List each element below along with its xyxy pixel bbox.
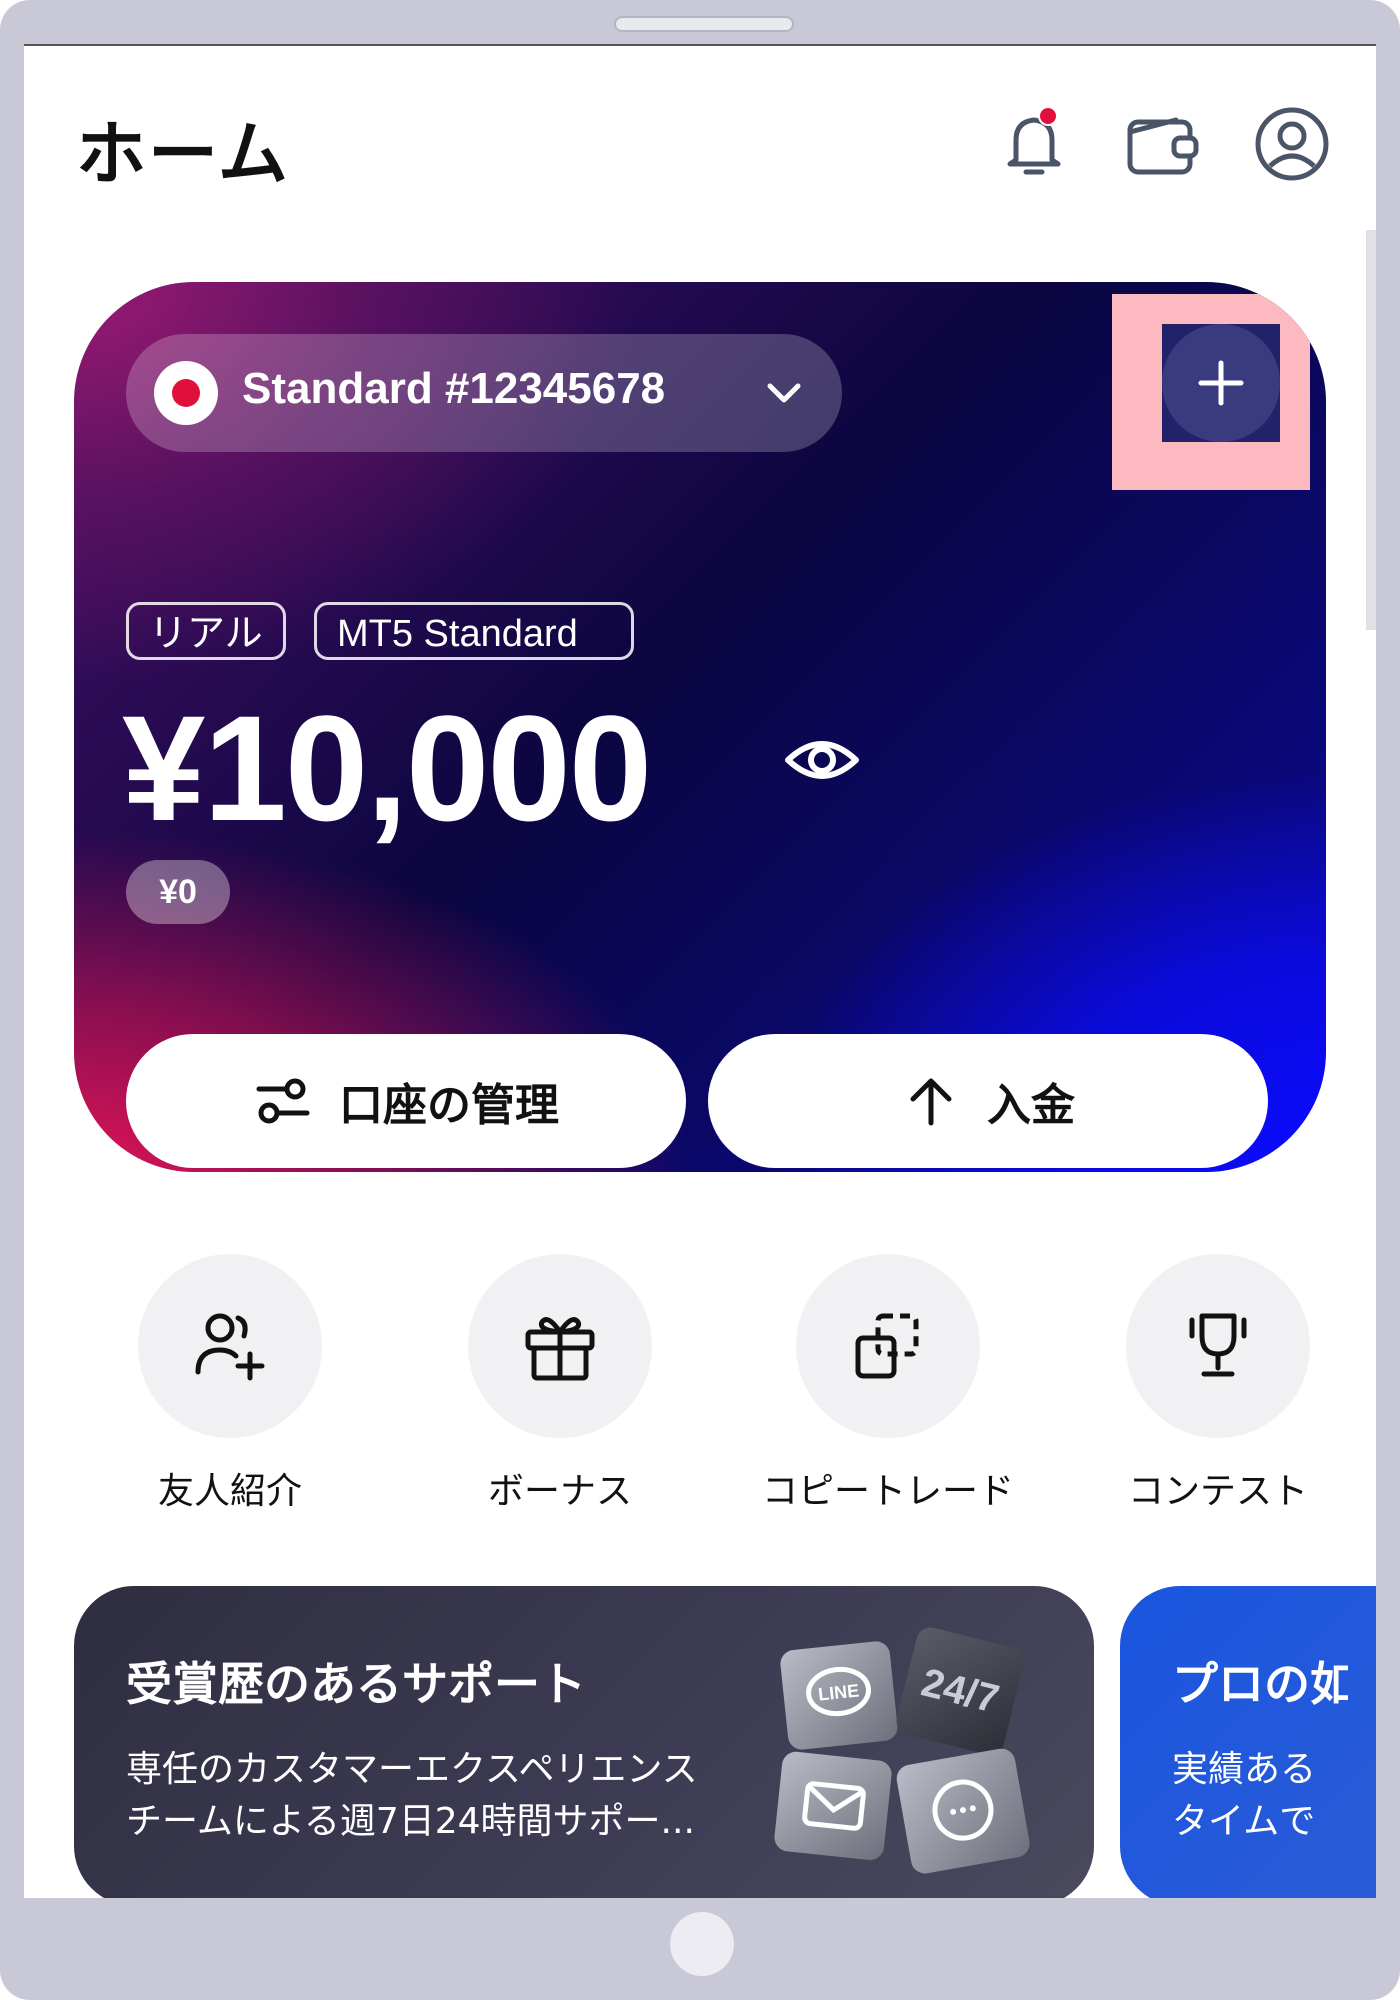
manage-account-button[interactable]: 口座の管理 [126,1034,686,1168]
add-user-icon [195,1313,265,1381]
eye-icon[interactable] [784,722,860,798]
support-channels-illustration: LINE 24/7 [774,1627,1030,1874]
plus-icon [1198,360,1244,406]
line-label: LINE [817,1680,860,1704]
quick-action-referral[interactable]: 友人紹介 [80,1254,380,1514]
promo-desc-line: 実績ある [1172,1749,1317,1790]
arrow-up-icon [910,1078,952,1126]
promo-card-pro[interactable]: プロの如 実績ある タイムで [1120,1586,1376,1898]
gift-icon [525,1317,595,1381]
device-frame: ホーム Standard #12345678 リアル MT5 Standard … [0,0,1400,2000]
quick-action-label: 友人紹介 [157,1471,302,1512]
account-card: Standard #12345678 リアル MT5 Standard ¥10,… [74,282,1326,1172]
quick-action-copy-trade[interactable]: コピートレード [738,1254,1038,1514]
promo-description: 専任のカスタマーエクスペリエンス チームによる週7日24時間サポー... [126,1744,766,1848]
account-type-tag: リアル [126,602,286,660]
quick-action-label: ボーナス [487,1471,632,1512]
japan-flag-icon [154,361,218,425]
device-home-button [670,1912,734,1976]
deposit-button[interactable]: 入金 [708,1034,1268,1168]
trophy-icon [1189,1313,1247,1377]
quick-action-label: コンテスト [1127,1471,1308,1512]
copy-icon [855,1313,919,1379]
app-screen: ホーム Standard #12345678 リアル MT5 Standard … [24,44,1376,1898]
platform-tag: MT5 Standard [314,602,634,660]
quick-action-contest[interactable]: コンテスト [1068,1254,1368,1514]
device-speaker [614,16,794,32]
promo-description: 実績ある タイムで [1172,1744,1316,1848]
sliders-icon [256,1078,310,1124]
sub-balance-badge: ¥0 [126,860,230,924]
promo-desc-line: 専任のカスタマーエクスペリエンス [126,1749,698,1790]
page-title: ホーム [76,113,290,195]
account-name: Standard #12345678 [242,364,666,413]
promo-title: 受賞歴のあるサポート [126,1657,586,1711]
balance-amount: ¥10,000 [122,684,652,852]
add-account-button[interactable] [1162,324,1280,442]
wallet-icon[interactable] [1120,102,1204,186]
quick-action-bonus[interactable]: ボーナス [410,1254,710,1514]
bell-icon[interactable] [992,102,1076,186]
promo-card-support[interactable]: 受賞歴のあるサポート 専任のカスタマーエクスペリエンス チームによる週7日24時… [74,1586,1094,1898]
account-selector[interactable]: Standard #12345678 [126,334,842,452]
promo-desc-line: チームによる週7日24時間サポー... [126,1801,695,1842]
manage-account-label: 口座の管理 [339,1080,559,1131]
quick-action-label: コピートレード [761,1471,1014,1512]
chevron-down-icon [767,383,801,403]
scrollbar[interactable] [1366,230,1376,630]
promo-title: プロの如 [1172,1657,1348,1711]
profile-icon[interactable] [1250,102,1334,186]
promo-desc-line: タイムで [1172,1801,1316,1842]
deposit-label: 入金 [987,1080,1075,1131]
